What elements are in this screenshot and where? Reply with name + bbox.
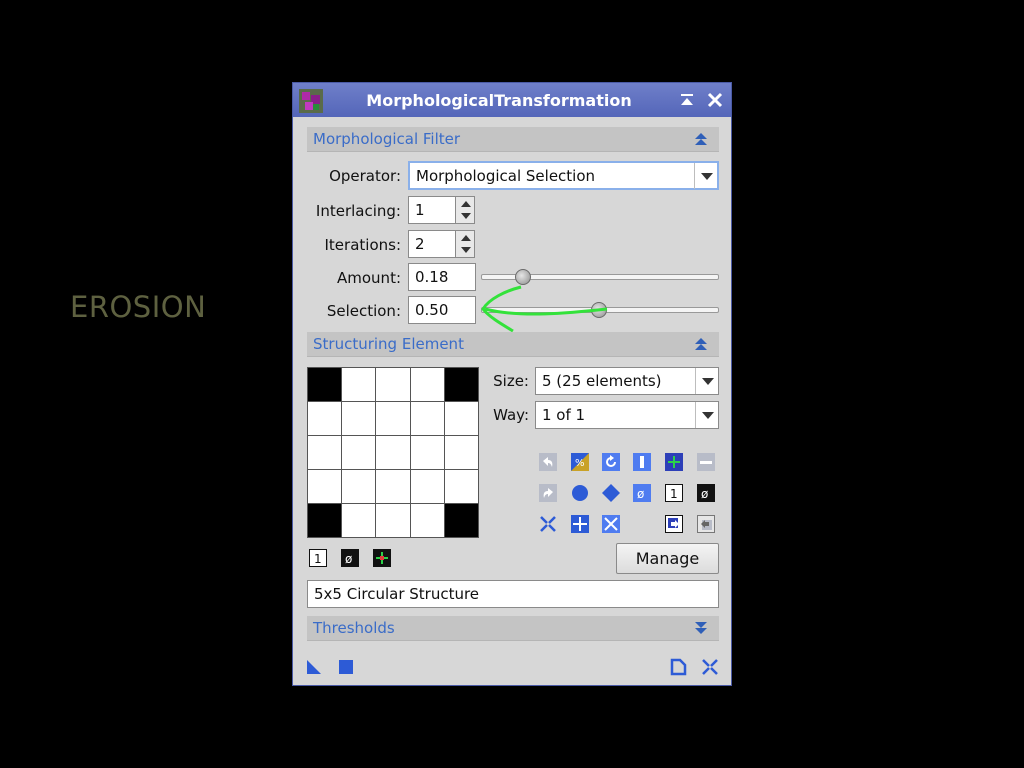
remove-element-icon[interactable] bbox=[697, 453, 715, 471]
collapse-section-icon[interactable] bbox=[693, 336, 709, 352]
svg-text:ø: ø bbox=[637, 487, 644, 501]
set-all-zero-icon[interactable]: ø bbox=[697, 484, 715, 502]
undo-icon[interactable] bbox=[539, 453, 557, 471]
manage-button[interactable]: Manage bbox=[616, 543, 719, 574]
preview-icon[interactable] bbox=[669, 658, 687, 676]
morphological-filter-section-header[interactable]: Morphological Filter bbox=[307, 127, 719, 152]
grid-cell[interactable] bbox=[444, 436, 478, 469]
close-icon[interactable] bbox=[704, 89, 726, 111]
center-marker-icon[interactable] bbox=[373, 549, 391, 567]
grid-cell[interactable] bbox=[376, 436, 410, 469]
grid-cell[interactable] bbox=[444, 368, 478, 401]
interlacing-spinner[interactable] bbox=[455, 196, 475, 224]
import-structure-icon[interactable] bbox=[665, 515, 683, 533]
chevron-down-icon[interactable] bbox=[695, 368, 718, 394]
grid-cell[interactable] bbox=[308, 470, 342, 503]
grid-cell[interactable] bbox=[342, 368, 376, 401]
grid-cell[interactable] bbox=[308, 436, 342, 469]
reset-icon[interactable] bbox=[701, 658, 719, 676]
interlacing-label: Interlacing: bbox=[315, 202, 401, 220]
grid-cell[interactable] bbox=[444, 504, 478, 537]
selection-label: Selection: bbox=[326, 302, 401, 320]
diagonal-cross-icon[interactable] bbox=[602, 515, 620, 533]
grid-cell[interactable] bbox=[444, 402, 478, 435]
window-title: MorphologicalTransformation bbox=[366, 91, 632, 110]
grid-cell[interactable] bbox=[376, 402, 410, 435]
chevron-down-icon[interactable] bbox=[695, 402, 718, 428]
svg-text:%: % bbox=[575, 458, 585, 469]
cross-structure-icon[interactable] bbox=[571, 515, 589, 533]
morphological-transformation-window: MorphologicalTransformation Morphologica… bbox=[292, 82, 732, 686]
way-value: 1 of 1 bbox=[542, 406, 586, 424]
grid-cell[interactable] bbox=[410, 504, 444, 537]
grid-cell[interactable] bbox=[342, 470, 376, 503]
title-bar[interactable]: MorphologicalTransformation bbox=[293, 83, 731, 117]
size-dropdown[interactable]: 5 (25 elements) bbox=[535, 367, 719, 395]
selection-input[interactable]: 0.50 bbox=[408, 296, 476, 324]
collapse-section-icon[interactable] bbox=[693, 131, 709, 147]
grid-cell[interactable] bbox=[308, 504, 342, 537]
section-title: Structuring Element bbox=[313, 335, 464, 353]
section-title: Morphological Filter bbox=[313, 130, 461, 148]
set-all-one-icon[interactable]: 1 bbox=[665, 484, 683, 502]
grid-cell[interactable] bbox=[410, 402, 444, 435]
diamond-structure-icon[interactable] bbox=[602, 484, 620, 502]
way-label: Way: bbox=[493, 406, 529, 424]
way-dropdown[interactable]: 1 of 1 bbox=[535, 401, 719, 429]
svg-text:ø: ø bbox=[701, 487, 708, 501]
chevron-down-icon[interactable] bbox=[694, 163, 717, 189]
grid-cell[interactable] bbox=[410, 470, 444, 503]
operator-value: Morphological Selection bbox=[416, 167, 596, 185]
iterations-spinner[interactable] bbox=[455, 230, 475, 258]
size-label: Size: bbox=[493, 372, 529, 390]
grid-cell[interactable] bbox=[342, 436, 376, 469]
structuring-element-section-header[interactable]: Structuring Element bbox=[307, 332, 719, 357]
grid-cell[interactable] bbox=[376, 504, 410, 537]
interlacing-input[interactable]: 1 bbox=[408, 196, 456, 224]
grid-cell[interactable] bbox=[308, 402, 342, 435]
new-instance-icon[interactable] bbox=[305, 658, 323, 676]
export-structure-icon[interactable] bbox=[697, 515, 715, 533]
size-value: 5 (25 elements) bbox=[542, 372, 662, 390]
erosion-caption: EROSION bbox=[70, 290, 207, 324]
shade-window-icon[interactable] bbox=[676, 89, 698, 111]
invert-structure-icon[interactable]: % bbox=[571, 453, 589, 471]
svg-text:1: 1 bbox=[670, 487, 678, 501]
structuring-element-grid[interactable] bbox=[307, 367, 479, 538]
grid-cell[interactable] bbox=[342, 504, 376, 537]
shrink-icon[interactable] bbox=[539, 515, 557, 533]
grid-cell[interactable] bbox=[410, 368, 444, 401]
clear-zero-blue-icon[interactable]: ø bbox=[633, 484, 651, 502]
add-element-icon[interactable] bbox=[665, 453, 683, 471]
grid-cell[interactable] bbox=[342, 402, 376, 435]
iterations-input[interactable]: 2 bbox=[408, 230, 456, 258]
grid-cell[interactable] bbox=[444, 470, 478, 503]
apply-global-icon[interactable] bbox=[337, 658, 355, 676]
structure-name-input[interactable]: 5x5 Circular Structure bbox=[307, 580, 719, 608]
section-title: Thresholds bbox=[313, 619, 395, 637]
grid-cell[interactable] bbox=[410, 436, 444, 469]
grid-cell[interactable] bbox=[376, 470, 410, 503]
rotate-icon[interactable] bbox=[602, 453, 620, 471]
redo-icon[interactable] bbox=[539, 484, 557, 502]
amount-label: Amount: bbox=[337, 269, 401, 287]
amount-input[interactable]: 0.18 bbox=[408, 263, 476, 291]
transpose-icon[interactable] bbox=[633, 453, 651, 471]
set-one-icon[interactable]: 1 bbox=[309, 549, 327, 567]
svg-text:1: 1 bbox=[314, 552, 322, 566]
set-zero-icon[interactable]: ø bbox=[341, 549, 359, 567]
grid-cell[interactable] bbox=[376, 368, 410, 401]
operator-dropdown[interactable]: Morphological Selection bbox=[408, 161, 719, 190]
iterations-label: Iterations: bbox=[324, 236, 402, 254]
thresholds-section-header[interactable]: Thresholds bbox=[307, 616, 719, 641]
circular-structure-icon[interactable] bbox=[571, 484, 589, 502]
expand-section-icon[interactable] bbox=[693, 620, 709, 636]
grid-cell[interactable] bbox=[308, 368, 342, 401]
svg-text:ø: ø bbox=[345, 552, 352, 566]
operator-label: Operator: bbox=[329, 167, 401, 185]
